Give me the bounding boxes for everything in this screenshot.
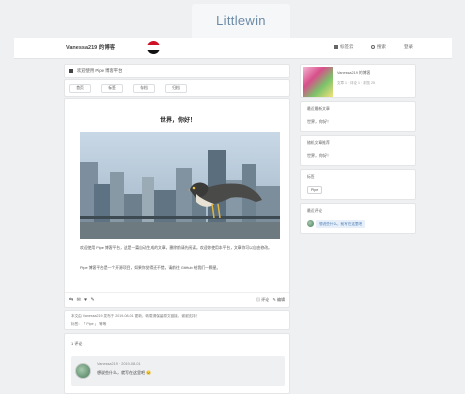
home-icon[interactable] — [69, 69, 73, 73]
article-paragraph: 欢迎使用 Pipe 博客平台，这是一篇自动生成的文章，删除前请先阅读。欢迎你使用… — [80, 246, 272, 250]
comment-button[interactable]: 评论 — [261, 297, 269, 302]
tag-chip[interactable]: Pipe — [307, 186, 323, 194]
brand-tab[interactable]: Littlewin — [192, 4, 290, 38]
tab-storage[interactable]: 存档 — [133, 84, 155, 93]
copyright-line: 本文由 Vanessa219 发布于 2019-08-01 更新，转载请保留原文… — [71, 314, 200, 318]
nav-archive-label: 标签云 — [340, 44, 354, 49]
article-link[interactable]: 世界，你好！ — [307, 153, 331, 159]
nav-search[interactable]: 搜索 — [371, 44, 386, 50]
comment-icon[interactable]: ▤ — [256, 297, 260, 302]
comment-author[interactable]: Vanessa219 · 2019-08-01 — [97, 362, 141, 366]
avatar[interactable] — [307, 220, 314, 227]
tab-archive[interactable]: 归档 — [165, 84, 187, 93]
article-meta: 本文由 Vanessa219 发布于 2019-08-01 更新，转载请保留原文… — [64, 310, 290, 330]
comment-item: Vanessa219 · 2019-08-01 想说些什么，就写在这里吧 😊 — [71, 356, 285, 386]
nav-login[interactable]: 登录 — [404, 44, 413, 50]
profile-name[interactable]: Vanessa219 的博客 — [337, 71, 370, 76]
article-card: 世界，你好！ 欢迎使用 Pipe 博客平台，这是一篇自动生成的文章，删除前请先阅… — [64, 98, 290, 308]
nav-login-label: 登录 — [404, 44, 413, 49]
breadcrumb: 欢迎使用 Pipe 博客平台 — [64, 64, 290, 78]
breadcrumb-text[interactable]: 欢迎使用 Pipe 博客平台 — [77, 68, 122, 74]
site-name[interactable]: Vanessa219 的博客 — [66, 43, 115, 51]
card-heading: 标签 — [307, 175, 315, 179]
search-icon — [371, 45, 375, 49]
edit-icon[interactable]: ✎ — [273, 297, 276, 302]
profile-image[interactable] — [303, 67, 333, 97]
nav-archive[interactable]: 标签云 — [334, 44, 354, 50]
comment-text: 想说些什么，就写在这里吧 😊 — [97, 370, 152, 375]
edit-button[interactable]: 编辑 — [277, 297, 285, 302]
tab-tags[interactable]: 标签 — [101, 84, 123, 93]
tags-card: 标签 Pipe — [300, 169, 416, 200]
article-link[interactable]: 世界，你好！ — [307, 119, 331, 125]
latest-articles-card: 最近最新文章 世界，你好！ — [300, 101, 416, 132]
comments-section: 1 评论 Vanessa219 · 2019-08-01 想说些什么，就写在这里… — [64, 333, 290, 394]
recent-comment-text[interactable]: 想说些什么，就写在这里吧 — [316, 220, 366, 228]
article-actions: ⇆ ✉ ♥ ✎ ▤ 评论 ✎ 编辑 — [65, 292, 289, 306]
card-heading: 最近最新文章 — [307, 107, 330, 111]
article-title[interactable]: 世界，你好！ — [65, 115, 291, 124]
tab-home[interactable]: 首页 — [69, 84, 91, 93]
archive-icon — [334, 45, 338, 49]
share-icons[interactable]: ⇆ ✉ ♥ ✎ — [69, 297, 96, 303]
tags-line[interactable]: 标签：「 Pipe 」 等等 — [71, 322, 106, 327]
comment-edit-actions: ▤ 评论 ✎ 编辑 — [256, 297, 285, 303]
brand-title: Littlewin — [216, 13, 266, 28]
category-tabs: 首页 标签 存档 归档 — [64, 79, 290, 97]
top-navigation-bar: Vanessa219 的博客 标签云 搜索 登录 — [14, 38, 452, 59]
profile-card: Vanessa219 的博客 文章 1 · 评论 1 · 浏览 25 — [300, 64, 416, 98]
recent-comments-card: 最近评论 想说些什么，就写在这里吧 — [300, 203, 416, 234]
comments-title: 1 评论 — [71, 341, 83, 346]
article-paragraph: Pipe 博客平台是一个开源项目，如果你觉得还不错，请前往 GitHub 给我们… — [80, 266, 221, 270]
profile-stats: 文章 1 · 评论 1 · 浏览 25 — [337, 81, 375, 85]
site-logo-flag[interactable] — [147, 41, 160, 54]
article-image-falcon — [80, 132, 280, 239]
nav-search-label: 搜索 — [377, 44, 386, 49]
card-heading: 最近评论 — [307, 209, 323, 213]
avatar[interactable] — [75, 363, 91, 379]
card-heading: 随机文章推荐 — [307, 141, 330, 145]
random-articles-card: 随机文章推荐 世界，你好！ — [300, 135, 416, 166]
